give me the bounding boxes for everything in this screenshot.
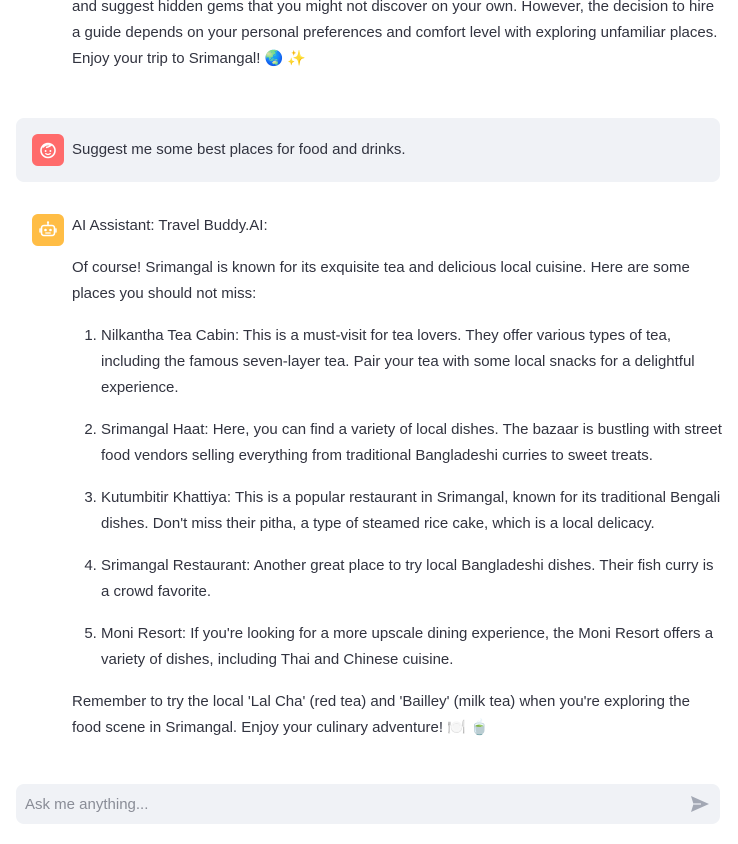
chat-input-container <box>16 784 720 824</box>
robot-icon <box>32 214 64 246</box>
assistant-message-body: AI Assistant: Travel Buddy.AI: Of course… <box>72 213 722 741</box>
user-message: Suggest me some best places for food and… <box>16 118 720 182</box>
places-list: Nilkantha Tea Cabin: This is a must-visi… <box>72 323 722 673</box>
previous-message-line: and suggest hidden gems that you might n… <box>72 0 715 15</box>
user-message-text: Suggest me some best places for food and… <box>72 141 406 158</box>
previous-message-line: a guide depends on your personal prefere… <box>72 24 718 41</box>
assistant-outro: Remember to try the local 'Lal Cha' (red… <box>72 693 690 736</box>
list-item: Nilkantha Tea Cabin: This is a must-visi… <box>101 323 722 401</box>
send-icon[interactable] <box>688 792 712 816</box>
list-item: Srimangal Haat: Here, you can find a var… <box>101 417 722 469</box>
previous-assistant-message: and suggest hidden gems that you might n… <box>72 0 722 72</box>
user-face-icon <box>32 134 64 166</box>
list-item: Moni Resort: If you're looking for a mor… <box>101 621 722 673</box>
assistant-header: AI Assistant: Travel Buddy.AI: <box>72 217 268 234</box>
list-item: Srimangal Restaurant: Another great plac… <box>101 553 722 605</box>
assistant-intro: Of course! Srimangal is known for its ex… <box>72 259 690 302</box>
previous-message-line: Enjoy your trip to Srimangal! 🌏 ✨ <box>72 50 307 67</box>
list-item: Kutumbitir Khattiya: This is a popular r… <box>101 485 722 537</box>
chat-input[interactable] <box>16 784 685 824</box>
